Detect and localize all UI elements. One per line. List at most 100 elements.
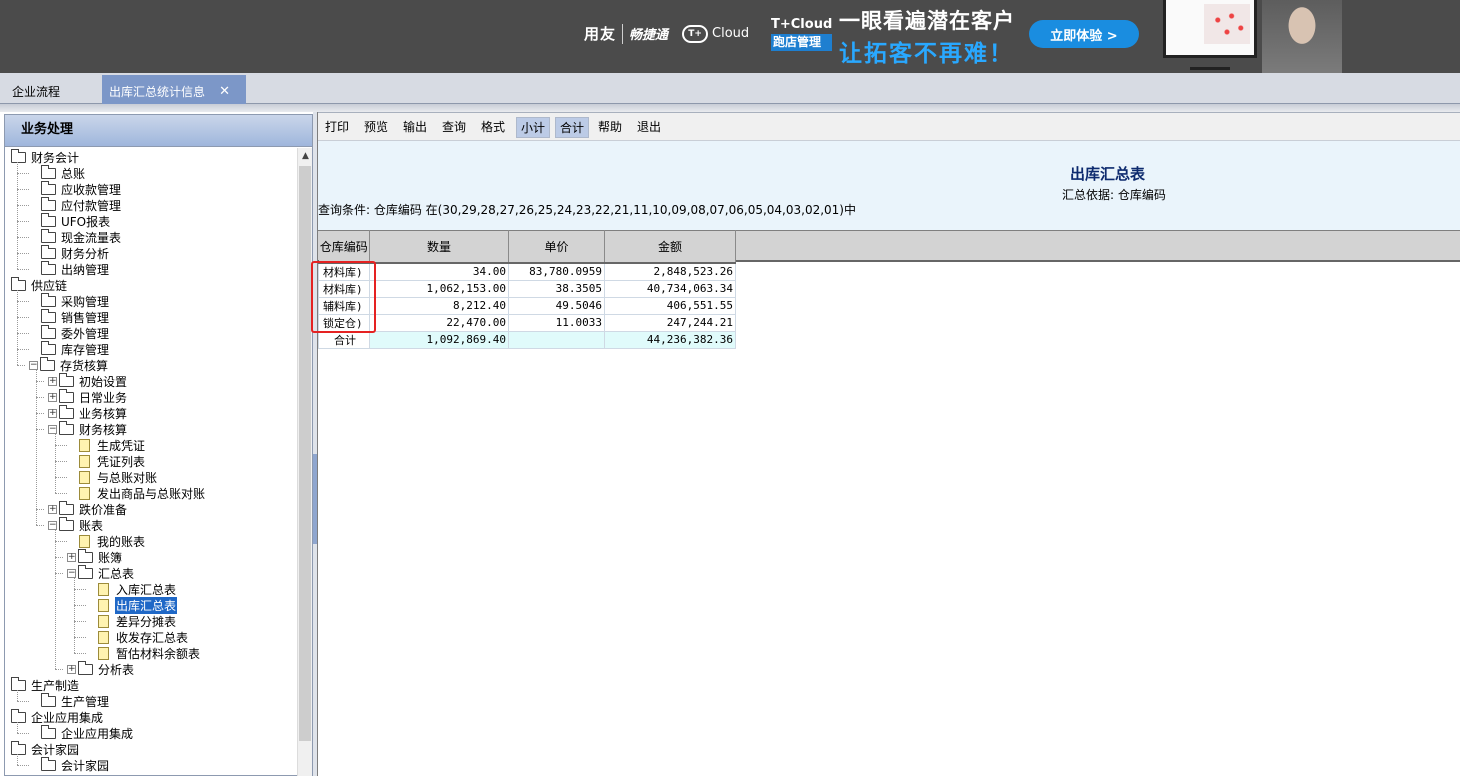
tab-outbound-summary[interactable]: 出库汇总统计信息 ✕ bbox=[102, 75, 246, 104]
toolbar-button[interactable]: 合计 bbox=[555, 117, 590, 138]
tree-item[interactable]: − 账表 bbox=[48, 516, 104, 533]
col-header-price[interactable]: 单价 bbox=[508, 230, 605, 264]
folder-icon bbox=[78, 564, 93, 579]
cell-amount: 40,734,063.34 bbox=[604, 280, 736, 298]
tree-item[interactable]: 暂估材料余额表 bbox=[87, 645, 201, 661]
tree-item[interactable]: 总账 bbox=[30, 164, 86, 181]
tree-item[interactable]: 财务会计 bbox=[11, 148, 80, 165]
try-now-button[interactable]: 立即体验 > bbox=[1029, 20, 1139, 48]
table-row[interactable]: 材料库) 34.00 83,780.0959 2,848,523.26 bbox=[318, 262, 736, 281]
cell-qty: 1,092,869.40 bbox=[369, 331, 509, 349]
tree-item[interactable]: + 分析表 bbox=[67, 660, 135, 677]
tree-scrollbar[interactable]: ▲ bbox=[297, 148, 312, 776]
tree-connector bbox=[36, 413, 44, 414]
toolbar-button[interactable]: 预览 bbox=[360, 117, 392, 138]
cell-qty: 1,062,153.00 bbox=[369, 280, 509, 298]
tree-connector bbox=[74, 605, 86, 606]
collapse-icon[interactable]: − bbox=[29, 360, 38, 370]
collapse-icon[interactable]: − bbox=[48, 520, 57, 530]
tree-connector bbox=[55, 445, 67, 446]
document-icon bbox=[79, 486, 90, 500]
table-row[interactable]: 辅料库) 8,212.40 49.5046 406,551.55 bbox=[318, 297, 736, 315]
col-header-amount[interactable]: 金额 bbox=[604, 230, 736, 264]
tree-item[interactable]: 企业应用集成 bbox=[30, 724, 134, 741]
tree-item[interactable]: 与总账对账 bbox=[68, 469, 158, 485]
report-header: 出库汇总表 汇总依据: 仓库编码 查询条件: 仓库编码 在(30,29,28,2… bbox=[318, 141, 1460, 230]
collapse-icon[interactable]: − bbox=[48, 424, 57, 434]
expand-icon[interactable]: + bbox=[48, 392, 57, 402]
tree-item[interactable]: + 业务核算 bbox=[48, 404, 128, 421]
expand-icon[interactable]: + bbox=[48, 408, 57, 418]
toolbar-button[interactable]: 输出 bbox=[399, 117, 431, 138]
tree-item[interactable]: − 财务核算 bbox=[48, 420, 128, 437]
tree-item[interactable]: 生产制造 bbox=[11, 676, 80, 693]
tree-item[interactable]: 应收款管理 bbox=[30, 180, 122, 197]
table-row[interactable]: 锁定仓) 22,470.00 11.0033 247,244.21 bbox=[318, 314, 736, 332]
expand-icon[interactable]: + bbox=[67, 664, 76, 674]
tree-item[interactable]: + 跌价准备 bbox=[48, 500, 128, 517]
tree-item[interactable]: 应付款管理 bbox=[30, 196, 122, 213]
tree-item[interactable]: 销售管理 bbox=[30, 308, 110, 325]
cell-price: 11.0033 bbox=[508, 314, 605, 332]
report-title: 出库汇总表 bbox=[1070, 165, 1146, 183]
tree-item[interactable]: 会计家园 bbox=[11, 740, 80, 757]
tree-connector bbox=[55, 434, 56, 493]
cell-qty: 22,470.00 bbox=[369, 314, 509, 332]
tree-item-label: 我的账表 bbox=[97, 534, 146, 549]
business-panel: 业务处理 财务会计 总账 应收款管理 应付款管理 UFO报表 现金流量表 财务分析 出纳管理供… bbox=[4, 114, 313, 776]
tree-item[interactable]: 差异分摊表 bbox=[87, 613, 177, 629]
toolbar-button[interactable]: 帮助 bbox=[594, 117, 626, 138]
tree-item[interactable]: + 日常业务 bbox=[48, 388, 128, 405]
document-icon bbox=[79, 438, 90, 452]
tree-item[interactable]: 财务分析 bbox=[30, 244, 110, 261]
tree-connector bbox=[55, 493, 67, 494]
tree-item[interactable]: 入库汇总表 bbox=[87, 581, 177, 597]
tree-item-label: 生产管理 bbox=[61, 694, 110, 709]
tree-item[interactable]: 我的账表 bbox=[68, 533, 146, 549]
tree-item[interactable]: 供应链 bbox=[11, 276, 68, 293]
collapse-icon[interactable]: − bbox=[67, 568, 76, 578]
tree-item[interactable]: 采购管理 bbox=[30, 292, 110, 309]
tree-item[interactable]: − 存货核算 bbox=[29, 356, 109, 373]
toolbar-button[interactable]: 格式 bbox=[477, 117, 509, 138]
scroll-up-icon[interactable]: ▲ bbox=[298, 148, 313, 165]
tree-item[interactable]: − 汇总表 bbox=[67, 564, 135, 581]
tree-item[interactable]: 现金流量表 bbox=[30, 228, 122, 245]
tree-item[interactable]: 生产管理 bbox=[30, 692, 110, 709]
tree-connector bbox=[17, 173, 29, 174]
tree-item[interactable]: + 初始设置 bbox=[48, 372, 128, 389]
tree-item[interactable]: 出纳管理 bbox=[30, 260, 110, 277]
folder-icon bbox=[59, 500, 74, 515]
nav-tree[interactable]: 财务会计 总账 应收款管理 应付款管理 UFO报表 现金流量表 财务分析 出纳管理 供应链 采购管… bbox=[5, 148, 297, 776]
total-row[interactable]: 合计 1,092,869.40 44,236,382.36 bbox=[318, 331, 736, 349]
tree-item[interactable]: 出库汇总表 bbox=[87, 596, 178, 614]
scroll-thumb[interactable] bbox=[299, 166, 311, 741]
toolbar-button[interactable]: 打印 bbox=[321, 117, 353, 138]
tree-item-label: 供应链 bbox=[31, 278, 68, 293]
col-header-qty[interactable]: 数量 bbox=[369, 230, 509, 264]
tree-item[interactable]: 收发存汇总表 bbox=[87, 629, 189, 645]
tree-item[interactable]: + 账簿 bbox=[67, 548, 123, 565]
folder-icon bbox=[41, 692, 56, 707]
tree-item[interactable]: 会计家园 bbox=[30, 756, 110, 773]
tree-item[interactable]: 生成凭证 bbox=[68, 437, 146, 453]
tree-item[interactable]: 发出商品与总账对账 bbox=[68, 485, 206, 501]
toolbar-button[interactable]: 小计 bbox=[516, 117, 551, 138]
ad-banner[interactable]: 用友 畅捷通 T+ Cloud T+Cloud 跑店管理 一眼看遍潜在客户 让拓… bbox=[0, 0, 1460, 73]
toolbar-button[interactable]: 查询 bbox=[438, 117, 470, 138]
toolbar-button[interactable]: 退出 bbox=[633, 117, 665, 138]
tree-item[interactable]: 凭证列表 bbox=[68, 453, 146, 469]
tree-item[interactable]: 委外管理 bbox=[30, 324, 110, 341]
tab-bar: 企业流程 出库汇总统计信息 ✕ bbox=[0, 73, 1460, 104]
expand-icon[interactable]: + bbox=[67, 552, 76, 562]
tree-item[interactable]: 库存管理 bbox=[30, 340, 110, 357]
col-header-code[interactable]: 仓库编码 bbox=[318, 230, 370, 264]
expand-icon[interactable]: + bbox=[48, 504, 57, 514]
tab-enterprise-flow[interactable]: 企业流程 bbox=[0, 81, 72, 103]
tree-item[interactable]: UFO报表 bbox=[30, 212, 111, 229]
table-row[interactable]: 材料库) 1,062,153.00 38.3505 40,734,063.34 bbox=[318, 280, 736, 298]
expand-icon[interactable]: + bbox=[48, 376, 57, 386]
tree-item[interactable]: 企业应用集成 bbox=[11, 708, 104, 725]
report-basis: 汇总依据: 仓库编码 bbox=[1062, 188, 1166, 202]
folder-icon bbox=[59, 516, 74, 531]
